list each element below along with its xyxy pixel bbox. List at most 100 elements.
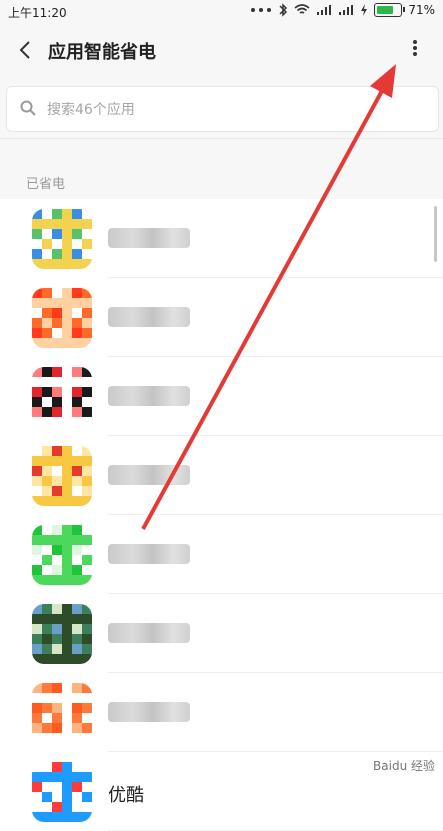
search-input[interactable]: 搜索46个应用	[6, 86, 439, 132]
mosaic-cell	[32, 812, 42, 822]
mosaic-cell	[52, 496, 62, 506]
mosaic-cell	[82, 496, 92, 506]
search-icon	[20, 100, 36, 116]
scrollbar[interactable]	[434, 206, 437, 262]
mosaic-cell	[32, 446, 42, 456]
mosaic-cell	[52, 634, 62, 644]
mosaic-cell	[52, 387, 62, 397]
mosaic-cell	[32, 733, 42, 743]
app-icon	[32, 604, 92, 664]
mosaic-cell	[82, 604, 92, 614]
mosaic-cell	[62, 496, 72, 506]
mosaic-cell	[32, 535, 42, 545]
mosaic-cell	[62, 525, 72, 535]
mosaic-cell	[82, 535, 92, 545]
charging-icon	[361, 4, 368, 16]
mosaic-cell	[52, 486, 62, 496]
mosaic-cell	[82, 446, 92, 456]
mosaic-cell	[62, 723, 72, 733]
mosaic-cell	[32, 654, 42, 664]
mosaic-cell	[52, 219, 62, 229]
more-dots-icon	[251, 8, 272, 12]
app-row[interactable]	[0, 594, 443, 673]
mosaic-cell	[42, 545, 52, 555]
mosaic-cell	[82, 338, 92, 348]
mosaic-cell	[62, 209, 72, 219]
mosaic-cell	[42, 417, 52, 427]
mosaic-cell	[42, 288, 52, 298]
mosaic-cell	[42, 318, 52, 328]
app-row[interactable]	[0, 357, 443, 436]
mosaic-cell	[32, 456, 42, 466]
mosaic-cell	[42, 575, 52, 585]
mosaic-cell	[62, 397, 72, 407]
mosaic-cell	[82, 486, 92, 496]
mosaic-cell	[82, 802, 92, 812]
mosaic-cell	[62, 545, 72, 555]
mosaic-cell	[72, 604, 82, 614]
mosaic-cell	[42, 259, 52, 269]
mosaic-cell	[42, 624, 52, 634]
mosaic-cell	[72, 377, 82, 387]
mosaic-cell	[72, 229, 82, 239]
mosaic-cell	[52, 575, 62, 585]
mosaic-cell	[82, 703, 92, 713]
mosaic-cell	[72, 762, 82, 772]
mosaic-cell	[82, 407, 92, 417]
mosaic-cell	[32, 407, 42, 417]
mosaic-cell	[32, 565, 42, 575]
mosaic-cell	[32, 644, 42, 654]
app-row[interactable]	[0, 436, 443, 515]
mosaic-cell	[32, 367, 42, 377]
mosaic-cell	[52, 328, 62, 338]
mosaic-cell	[52, 683, 62, 693]
mosaic-cell	[52, 565, 62, 575]
mosaic-cell	[72, 446, 82, 456]
app-name-blurred	[108, 544, 190, 564]
mosaic-cell	[72, 496, 82, 506]
mosaic-cell	[52, 466, 62, 476]
mosaic-cell	[42, 565, 52, 575]
mosaic-cell	[32, 772, 42, 782]
mosaic-cell	[82, 713, 92, 723]
mosaic-cell	[72, 693, 82, 703]
app-row[interactable]	[0, 673, 443, 752]
mosaic-cell	[82, 525, 92, 535]
more-options-icon[interactable]	[409, 38, 421, 62]
app-icon	[32, 209, 92, 269]
mosaic-cell	[82, 733, 92, 743]
mosaic-cell	[32, 476, 42, 486]
mosaic-cell	[32, 219, 42, 229]
mosaic-cell	[52, 239, 62, 249]
mosaic-cell	[32, 762, 42, 772]
mosaic-cell	[32, 703, 42, 713]
app-row[interactable]	[0, 515, 443, 594]
mosaic-cell	[52, 446, 62, 456]
mosaic-cell	[32, 624, 42, 634]
mosaic-cell	[72, 703, 82, 713]
app-row[interactable]	[0, 199, 443, 278]
mosaic-cell	[42, 683, 52, 693]
more-options-dot	[413, 40, 417, 44]
mosaic-cell	[52, 604, 62, 614]
mosaic-cell	[62, 555, 72, 565]
status-time: 上午11:20	[8, 6, 67, 20]
mosaic-cell	[72, 456, 82, 466]
app-name-blurred	[108, 702, 190, 722]
back-icon[interactable]	[14, 38, 38, 62]
mosaic-cell	[52, 535, 62, 545]
app-icon	[32, 525, 92, 585]
mosaic-cell	[72, 407, 82, 417]
mosaic-cell	[62, 614, 72, 624]
app-icon-mosaic	[32, 367, 92, 427]
mosaic-cell	[62, 486, 72, 496]
app-row[interactable]	[0, 278, 443, 357]
mosaic-cell	[82, 417, 92, 427]
mosaic-cell	[52, 456, 62, 466]
mosaic-cell	[52, 259, 62, 269]
mosaic-cell	[62, 812, 72, 822]
mosaic-cell	[82, 644, 92, 654]
status-bar: 上午11:20 71%	[0, 0, 443, 22]
mosaic-cell	[42, 387, 52, 397]
app-icon	[32, 446, 92, 506]
